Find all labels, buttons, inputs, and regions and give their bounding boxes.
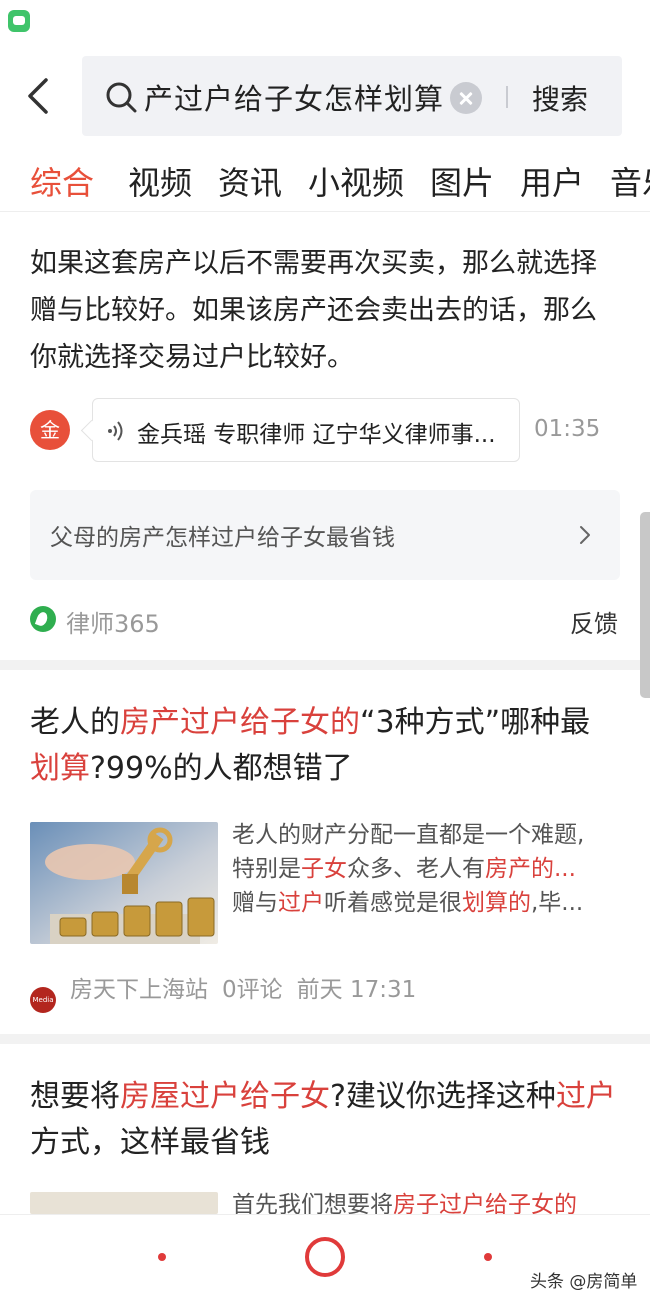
snippet-line: 首先我们想要将房子过户给子女的 [232,1188,622,1214]
scroll-handle[interactable] [640,512,650,698]
title-text: ?建议你选择这种 [330,1079,556,1114]
title-text: 想要将 [30,1079,120,1114]
category-tabs: 综合 视频 资讯 小视频 图片 用户 音乐 [0,150,650,212]
search-icon [106,82,137,113]
tab-comprehensive[interactable]: 综合 [30,158,94,204]
snippet-highlight: 房子过户给子女的 [393,1192,577,1214]
title-text: ?99%的人都想错了 [90,751,353,786]
tab-news[interactable]: 资讯 [218,158,282,204]
title-highlight: 房产过户给子女的 [120,705,360,740]
nav-recent-dot[interactable] [484,1253,492,1261]
tab-video[interactable]: 视频 [128,158,192,204]
lawyer365-logo-icon [30,606,56,632]
snippet-text: 听着感觉是很 [324,890,462,916]
article-thumbnail[interactable] [30,1192,218,1214]
snippet-highlight: 划算的 [462,890,531,916]
coins-key-image [30,822,218,944]
publish-time: 前天 17:31 [296,977,417,1003]
tab-music[interactable]: 音乐 [610,158,650,204]
section-divider [0,660,650,670]
snippet-text: 众多、老人有 [347,856,485,882]
feedback-button[interactable]: 反馈 [570,604,618,639]
bottom-navigation: 头条 @房简单 [0,1214,650,1300]
search-button[interactable]: 搜索 [532,78,588,118]
search-divider [506,86,508,108]
voice-icon [108,421,123,441]
search-box[interactable]: 产过户给子女怎样划算 搜索 [82,56,622,136]
article-snippet: 首先我们想要将房子过户给子女的 [232,1188,622,1214]
title-text: “3种方式”哪种最 [360,705,591,740]
snippet-line: 赠与过户听着感觉是很划算的,毕... [232,886,622,920]
title-highlight: 划算 [30,751,90,786]
voice-duration: 01:35 [534,416,601,442]
snippet-highlight: 子女 [301,856,347,882]
status-bar [0,0,650,44]
snippet-line: 特别是子女众多、老人有房产的... [232,852,622,886]
article-thumbnail[interactable] [30,822,218,944]
back-button[interactable] [22,74,58,118]
title-highlight: 过户 [555,1079,616,1114]
snippet-highlight: 过户 [278,890,324,916]
watermark: 头条 @房简单 [530,1272,638,1292]
tab-images[interactable]: 图片 [430,158,494,204]
chat-app-icon [8,10,30,32]
snippet-text: ,毕... [531,890,584,916]
article-snippet: 老人的财产分配一直都是一个难题, 特别是子女众多、老人有房产的... 赠与过户听… [232,818,622,920]
clear-icon[interactable] [450,82,482,114]
related-question-link[interactable]: 父母的房产怎样过户给子女最省钱 [30,490,620,580]
chevron-left-icon [28,78,48,114]
title-text: 老人的 [30,705,120,740]
comment-count: 0评论 [222,977,283,1003]
search-header: 产过户给子女怎样划算 搜索 [0,52,650,140]
article-title[interactable]: 想要将房屋过户给子女?建议你选择这种过户方式，这样最省钱 [30,1074,620,1166]
article-title[interactable]: 老人的房产过户给子女的“3种方式”哪种最划算?99%的人都想错了 [30,700,620,792]
search-input[interactable]: 产过户给子女怎样划算 [144,76,444,118]
snippet-text: 特别是 [232,856,301,882]
tab-users[interactable]: 用户 [520,158,584,204]
snippet-highlight: 房产的... [485,856,576,882]
home-circle-icon[interactable] [305,1237,345,1277]
section-divider [0,1034,650,1044]
title-text: 方式，这样最省钱 [30,1125,270,1160]
lawyer-name: 金兵瑶 专职律师 辽宁华义律师事... [137,422,496,448]
nav-back-dot[interactable] [158,1253,166,1261]
tab-short-video[interactable]: 小视频 [308,158,404,204]
chevron-right-icon [580,526,590,544]
snippet-line: 老人的财产分配一直都是一个难题, [232,822,585,848]
snippet-text: 赠与 [232,890,278,916]
fang-logo-icon: Media [30,987,56,1013]
title-highlight: 房屋过户给子女 [120,1079,330,1114]
snippet-text: 首先我们想要将 [232,1192,393,1214]
lawyer-avatar[interactable]: 金 [30,410,70,450]
answer-text[interactable]: 如果这套房产以后不需要再次买卖，那么就选择赠与比较好。如果该房产还会卖出去的话，… [30,240,620,381]
source-name[interactable]: 律师365 [66,604,160,639]
lawyer-voice-bubble[interactable]: 金兵瑶 专职律师 辽宁华义律师事... [92,398,520,462]
article-meta: Media 房天下上海站 0评论 前天 17:31 [30,970,430,1013]
related-question-text: 父母的房产怎样过户给子女最省钱 [50,525,395,551]
article-source[interactable]: 房天下上海站 [70,977,208,1003]
